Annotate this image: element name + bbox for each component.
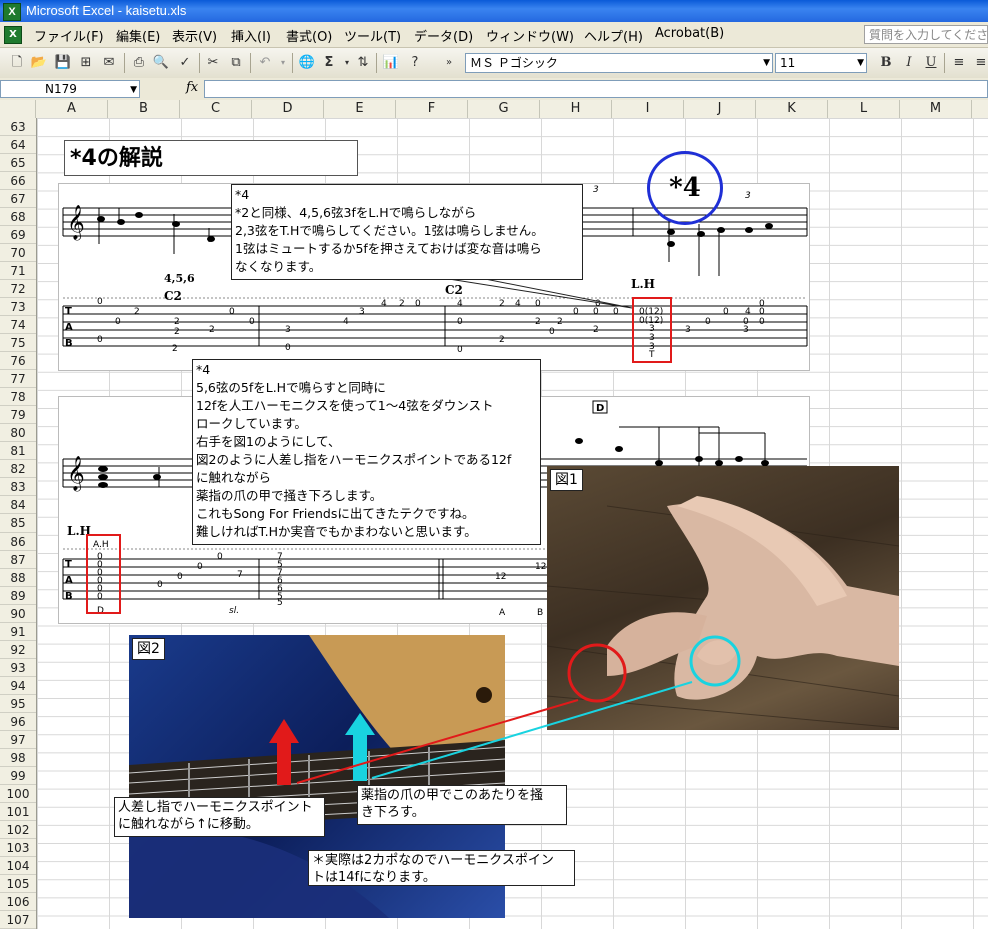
note-capo[interactable]: ＊実際は2カポなのでハーモニクスポイン トは14fになります。	[308, 850, 575, 886]
note-index-finger[interactable]: 人差し指でハーモニクスポイント に触れながら↑に移動。	[114, 797, 325, 837]
note-ring-finger[interactable]: 薬指の爪の甲でこのあたりを掻 き下ろす。	[357, 785, 567, 825]
